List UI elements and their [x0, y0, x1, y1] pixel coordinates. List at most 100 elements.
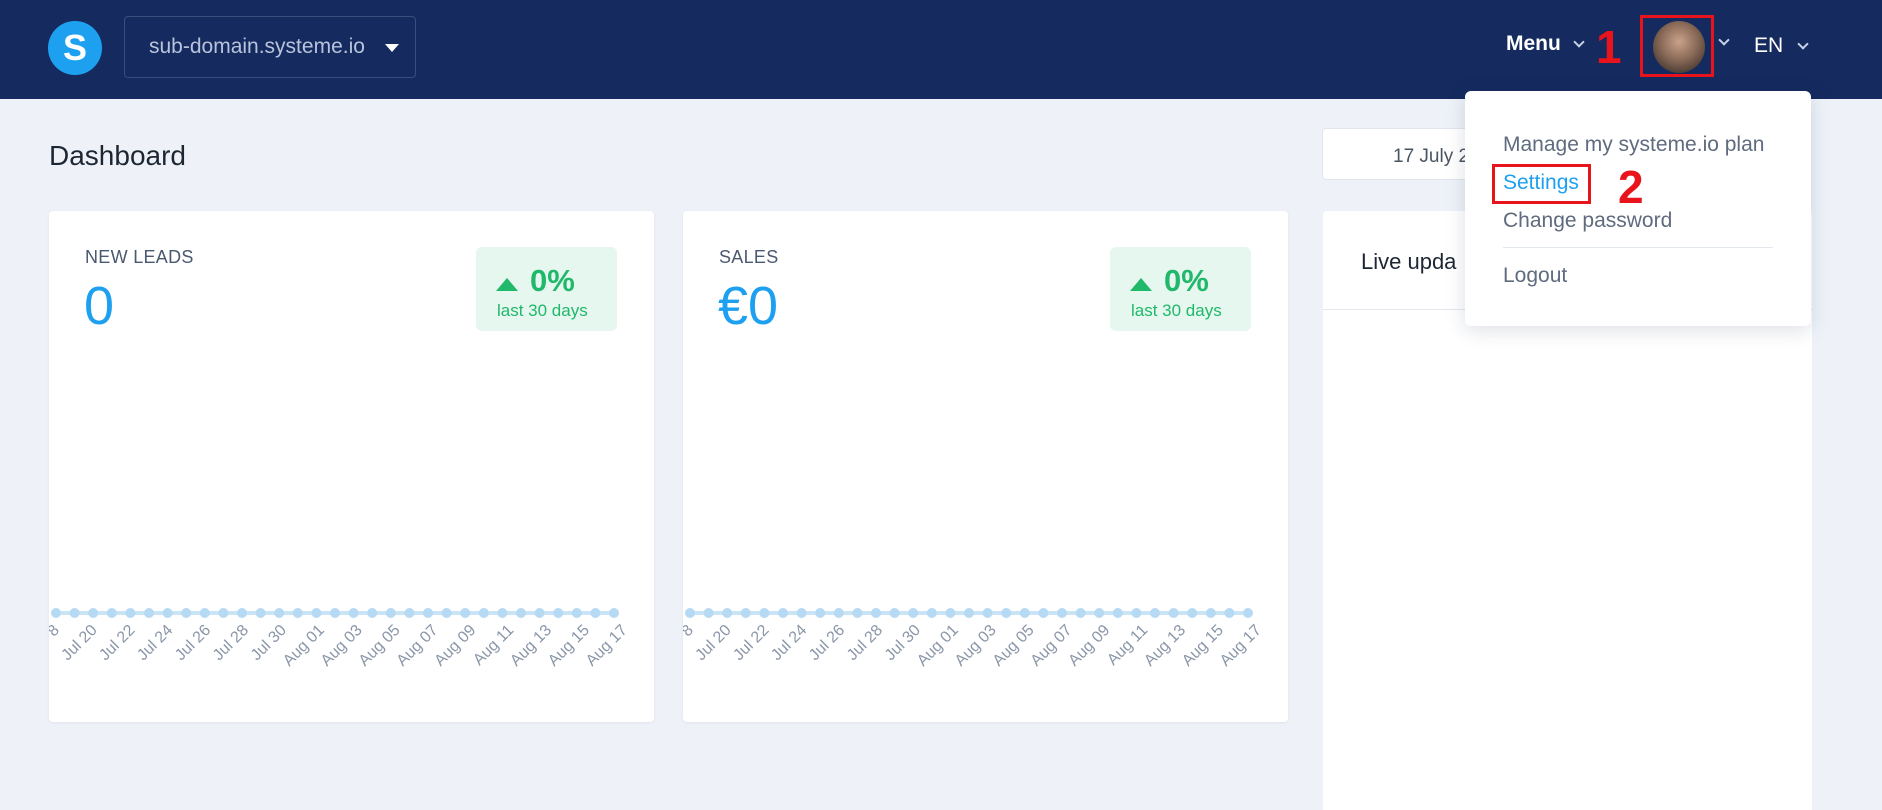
change-period: last 30 days: [497, 301, 588, 320]
data-point: [106, 608, 117, 618]
divider: [1503, 247, 1773, 248]
data-point: [348, 608, 359, 618]
data-point: [274, 608, 285, 618]
avatar[interactable]: [1653, 21, 1705, 73]
x-tick-label: Jul 26: [172, 622, 214, 664]
data-point: [497, 608, 508, 618]
chevron-down-icon: [1573, 35, 1585, 48]
data-point: [590, 608, 601, 618]
data-point: [1001, 608, 1012, 618]
data-point: [88, 608, 99, 618]
data-point: [367, 608, 378, 618]
data-point: [1057, 608, 1067, 618]
data-point: [125, 608, 136, 618]
sales-chart: 8Jul 20Jul 22Jul 24Jul 26Jul 28Jul 30Aug…: [683, 608, 1265, 670]
data-point: [311, 608, 322, 618]
top-bar: S sub-domain.systeme.io Menu 1 EN: [0, 0, 1882, 99]
data-point: [1038, 608, 1049, 618]
data-point: [722, 608, 733, 618]
x-tick-label: Aug 01: [914, 622, 962, 670]
data-point: [218, 608, 229, 618]
x-tick-label: Aug 09: [431, 622, 479, 670]
data-point: [478, 608, 489, 618]
change-badge: 0% last 30 days: [476, 247, 617, 331]
x-tick-label: 8: [49, 622, 63, 640]
page-title: Dashboard: [49, 140, 186, 171]
data-point: [1019, 608, 1030, 618]
logout-link[interactable]: Logout: [1503, 264, 1567, 288]
data-point: [833, 608, 844, 618]
manage-plan-link[interactable]: Manage my systeme.io plan: [1503, 133, 1764, 157]
data-point: [1243, 608, 1253, 618]
data-point: [815, 608, 826, 618]
card-value: 0: [84, 276, 115, 336]
data-point: [69, 608, 80, 618]
data-point: [460, 608, 471, 618]
data-point: [1112, 608, 1123, 618]
data-point: [982, 608, 993, 618]
data-point: [1150, 608, 1160, 618]
data-point: [553, 608, 564, 618]
systeme-logo-icon[interactable]: S: [48, 21, 102, 75]
card-label: NEW LEADS: [85, 247, 194, 267]
caret-down-icon: [385, 44, 399, 52]
language-selector[interactable]: EN: [1754, 34, 1809, 58]
change-password-link[interactable]: Change password: [1503, 209, 1672, 233]
data-point: [237, 608, 247, 618]
x-tick-label: Jul 22: [730, 622, 772, 664]
data-point: [404, 608, 415, 618]
data-point: [534, 608, 545, 618]
chevron-down-icon: [1797, 37, 1809, 50]
x-tick-label: Aug 03: [318, 622, 366, 670]
annotation-step-2: 2: [1618, 161, 1644, 213]
annotation-step-1: 1: [1596, 21, 1622, 73]
card-title: Live upda: [1361, 249, 1457, 274]
data-point: [1168, 608, 1179, 618]
settings-link[interactable]: Settings: [1503, 171, 1579, 195]
change-period: last 30 days: [1131, 301, 1222, 320]
x-tick-label: Aug 13: [507, 622, 555, 670]
new-leads-card: NEW LEADS 0 0% last 30 days 8 Jul 20 Jul 2…: [49, 211, 654, 722]
data-point: [181, 608, 192, 618]
data-point: [516, 608, 526, 618]
data-point: [796, 608, 807, 618]
data-point: [964, 608, 974, 618]
domain-select-label: sub-domain.systeme.io: [149, 35, 365, 58]
x-tick-label: Aug 17: [583, 622, 631, 670]
x-tick-label: Aug 07: [1028, 622, 1076, 670]
data-point: [423, 608, 433, 618]
data-point: [1187, 608, 1198, 618]
x-tick-label: Aug 03: [952, 622, 1000, 670]
x-tick-label: Jul 26: [806, 622, 848, 664]
data-point: [1205, 608, 1216, 618]
data-point: [609, 608, 619, 618]
data-point: [51, 608, 61, 618]
change-percent: 0%: [1164, 263, 1209, 298]
card-label: SALES: [719, 247, 779, 267]
menu-button[interactable]: Menu: [1506, 32, 1585, 56]
data-point: [703, 608, 714, 618]
x-tick-label: Aug 13: [1141, 622, 1189, 670]
data-point: [330, 608, 340, 618]
language-label: EN: [1754, 34, 1784, 57]
x-tick-label: Aug 15: [545, 622, 593, 670]
x-tick-label: Jul 28: [210, 622, 252, 664]
data-point: [945, 608, 956, 618]
data-point: [908, 608, 919, 618]
x-tick-label: Jul 22: [96, 622, 138, 664]
chevron-down-icon[interactable]: [1718, 34, 1730, 46]
menu-label: Menu: [1506, 32, 1561, 55]
data-point: [852, 608, 863, 618]
data-point: [144, 608, 154, 618]
data-point: [255, 608, 266, 618]
data-point: [1075, 608, 1086, 618]
x-tick-label: Aug 07: [394, 622, 442, 670]
domain-select[interactable]: sub-domain.systeme.io: [124, 16, 416, 78]
data-point: [1224, 608, 1235, 618]
data-point: [889, 608, 900, 618]
x-tick-label: 8: [683, 622, 697, 640]
data-point: [926, 608, 937, 618]
x-tick-label: Aug 05: [990, 622, 1038, 670]
x-tick-label: Aug 01: [280, 622, 328, 670]
data-point: [199, 608, 210, 618]
